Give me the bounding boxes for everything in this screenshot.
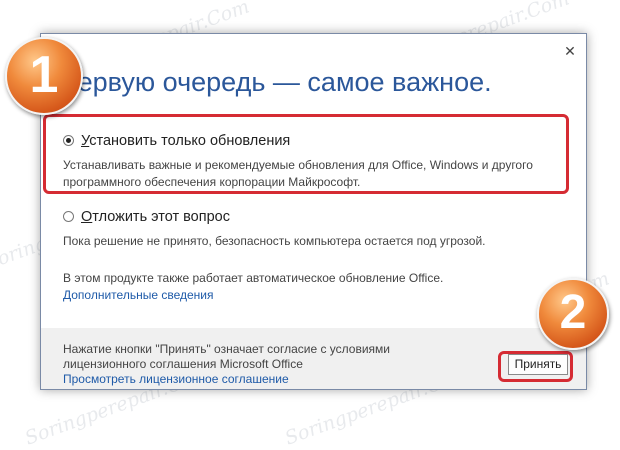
dialog-heading: первую очередь — самое важное. bbox=[63, 67, 492, 97]
option-postpone-description: Пока решение не принято, безопасность ко… bbox=[63, 234, 486, 248]
agreement-line-1: Нажатие кнопки "Принять" означает соглас… bbox=[63, 342, 391, 356]
agreement-line-2: лицензионного соглашения Microsoft Offic… bbox=[63, 357, 303, 371]
highlight-option-install bbox=[43, 114, 569, 194]
agreement-text: Нажатие кнопки "Принять" означает соглас… bbox=[63, 342, 390, 372]
close-button[interactable]: ✕ bbox=[560, 41, 580, 61]
step-badge-2: 2 bbox=[537, 278, 609, 350]
close-icon: ✕ bbox=[564, 43, 576, 59]
view-license-link[interactable]: Просмотреть лицензионное соглашение bbox=[63, 372, 289, 386]
option-postpone-label[interactable]: Отложить этот вопрос bbox=[81, 209, 230, 225]
highlight-accept-button bbox=[498, 351, 573, 382]
radio-postpone[interactable] bbox=[63, 211, 74, 222]
more-info-link[interactable]: Дополнительные сведения bbox=[63, 288, 213, 302]
office-update-dialog: ✕ первую очередь — самое важное. Установ… bbox=[40, 33, 587, 390]
step-badge-1: 1 bbox=[5, 37, 83, 115]
auto-update-info: В этом продукте также работает автоматич… bbox=[63, 271, 444, 285]
